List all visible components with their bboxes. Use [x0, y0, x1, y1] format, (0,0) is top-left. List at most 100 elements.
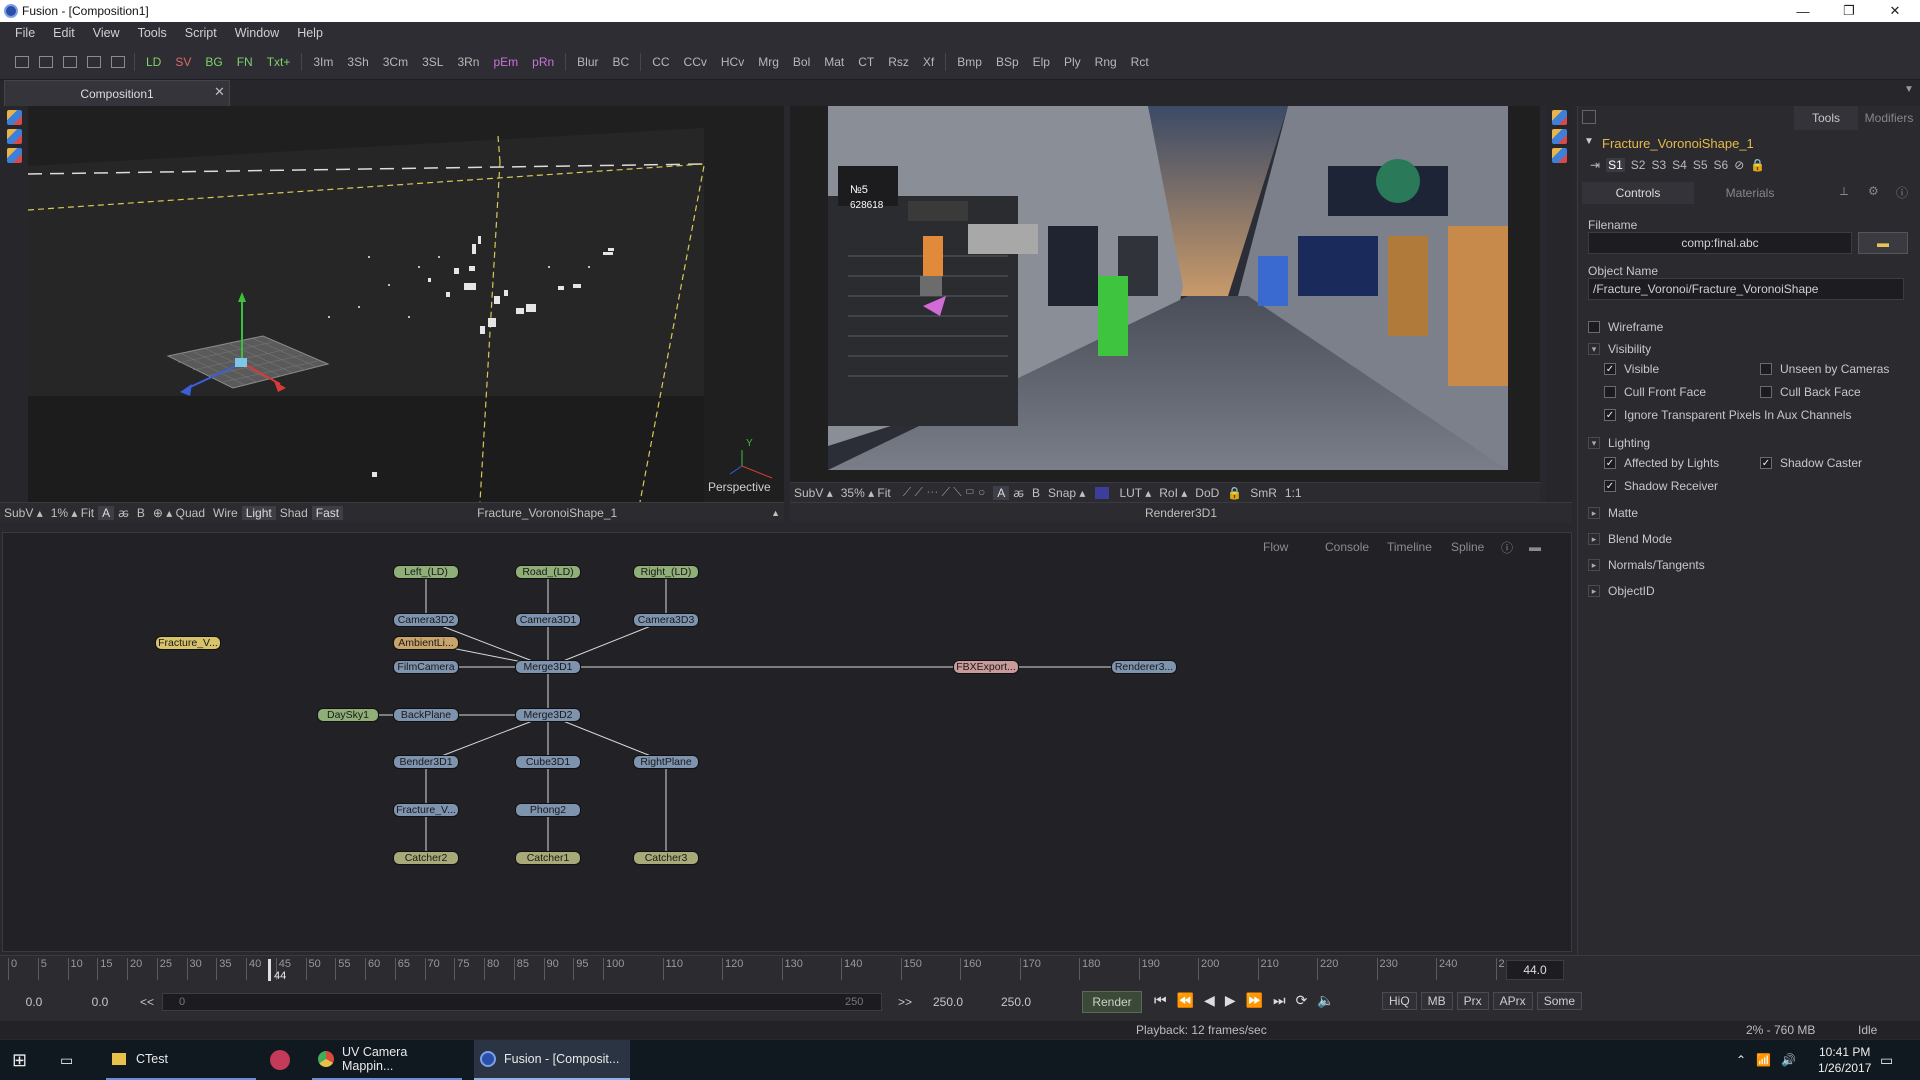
slot-s4[interactable]: S4 [1672, 158, 1687, 172]
snap-button[interactable]: Snap ▴ [1044, 486, 1089, 500]
lock-icon[interactable]: 🔒 [1750, 158, 1765, 172]
flow-node[interactable]: Right_(LD) [633, 565, 699, 579]
cull-front-row[interactable]: Cull Front Face [1604, 385, 1706, 399]
tab-close-icon[interactable]: ✕ [214, 84, 225, 100]
wireframe-row[interactable]: Wireframe [1588, 320, 1663, 334]
prx-toggle[interactable]: Prx [1456, 992, 1489, 1010]
lock-icon[interactable]: 🔒 [1223, 486, 1246, 500]
filename-field[interactable]: comp:final.abc [1588, 232, 1852, 254]
wire-button[interactable]: Wire [209, 506, 242, 520]
shadow-caster-checkbox[interactable]: ✓ [1760, 457, 1772, 469]
ignore-transparent-checkbox[interactable]: ✓ [1604, 409, 1616, 421]
tool-button-bc[interactable]: BC [606, 55, 637, 69]
slot-s2[interactable]: S2 [1631, 158, 1646, 172]
zoom-fit-button[interactable]: 35% ▴ Fit [837, 486, 895, 500]
light-button[interactable]: Light [241, 505, 276, 520]
shad-button[interactable]: Shad [276, 506, 312, 520]
range-forward-button[interactable]: >> [898, 995, 912, 1009]
tool-button-txt[interactable]: Txt+ [260, 55, 298, 69]
unseen-checkbox[interactable] [1760, 363, 1772, 375]
davinci-app-icon[interactable] [270, 1040, 294, 1080]
flow-editor[interactable]: Flow Console Timeline Spline ⓘ ▬ Left_(L… [2, 532, 1572, 952]
tool-button-bmp[interactable]: Bmp [950, 55, 989, 69]
time-ruler[interactable]: 0 5 10 15 20 25 30 35 40 45 50 55 60 65 70 75 80 85 90 95 10… [0, 955, 1920, 983]
tool-button-3cm[interactable]: 3Cm [376, 55, 415, 69]
step-forward-icon[interactable]: ⏩ [1246, 992, 1263, 1009]
wireframe-checkbox[interactable] [1588, 321, 1600, 333]
objectid-section[interactable]: ▸ ObjectID [1588, 584, 1655, 598]
flow-node[interactable]: RightPlane [633, 755, 699, 769]
playhead[interactable] [268, 959, 271, 981]
flow-node[interactable]: Catcher2 [393, 851, 459, 865]
quad-view-button[interactable]: ⊕ ▴ Quad [149, 506, 209, 520]
flow-node[interactable]: Fracture_V... [393, 803, 459, 817]
global-start-field[interactable]: 0.0 [10, 993, 58, 1011]
notifications-icon[interactable]: ▭ [1880, 1040, 1893, 1080]
tool-button-ccv[interactable]: CCv [677, 55, 714, 69]
tool-button-mrg[interactable]: Mrg [751, 55, 786, 69]
slot-s3[interactable]: S3 [1651, 158, 1666, 172]
viewer-menu-icon[interactable]: ▲ [767, 508, 784, 518]
tool-button-sv[interactable]: SV [168, 55, 198, 69]
3d-view-cube-icon[interactable] [1551, 148, 1567, 163]
play-icon[interactable]: ▶ [1225, 992, 1236, 1009]
menu-file[interactable]: File [6, 26, 44, 40]
flow-node[interactable]: Left_(LD) [393, 565, 459, 579]
flow-node[interactable]: FBXExport... [953, 660, 1019, 674]
expand-chevron-icon[interactable]: ▸ [1588, 507, 1600, 519]
shadow-receiver-row[interactable]: ✓ Shadow Receiver [1604, 479, 1718, 493]
shadow-caster-row[interactable]: ✓ Shadow Caster [1760, 456, 1862, 470]
maximize-button[interactable]: ❐ [1826, 0, 1872, 22]
render-button[interactable]: Render [1082, 991, 1142, 1013]
info-icon[interactable]: ⓘ [1896, 184, 1908, 201]
range-slider[interactable]: 0 250 [162, 993, 882, 1011]
tool-button-bol[interactable]: Bol [786, 55, 817, 69]
tool-button-pem[interactable]: pEm [486, 55, 525, 69]
hiq-toggle[interactable]: HiQ [1382, 992, 1417, 1010]
tool-button-rsz[interactable]: Rsz [881, 55, 916, 69]
buffer-a-button[interactable]: A [98, 505, 115, 520]
layout-save-icon[interactable] [111, 55, 125, 68]
settings-gear-icon[interactable]: ⚙ [1868, 184, 1879, 198]
flow-node[interactable]: Bender3D1 [393, 755, 459, 769]
visibility-section[interactable]: ▾ Visibility [1588, 342, 1651, 356]
tool-button-rng[interactable]: Rng [1088, 55, 1124, 69]
layout-single-icon[interactable] [15, 55, 29, 68]
disable-icon[interactable]: ⊘ [1734, 158, 1744, 172]
layout-stack-icon[interactable] [63, 55, 77, 68]
slot-s1[interactable]: S1 [1606, 158, 1625, 172]
some-toggle[interactable]: Some [1536, 992, 1583, 1010]
flow-node[interactable]: Cube3D1 [515, 755, 581, 769]
expand-chevron-icon[interactable]: ▾ [1588, 343, 1600, 355]
slot-s6[interactable]: S6 [1714, 158, 1729, 172]
flow-node[interactable]: Renderer3... [1111, 660, 1177, 674]
clock[interactable]: 10:41 PM 1/26/2017 [1818, 1044, 1871, 1076]
network-icon[interactable]: 📶 [1756, 1053, 1771, 1067]
flow-node[interactable]: Fracture_V... [155, 636, 221, 650]
tool-button-fn[interactable]: FN [230, 55, 260, 69]
shadow-receiver-checkbox[interactable]: ✓ [1604, 480, 1616, 492]
tab-menu-chevron-icon[interactable]: ▼ [1904, 84, 1914, 95]
cull-back-checkbox[interactable] [1760, 386, 1772, 398]
mb-toggle[interactable]: MB [1420, 992, 1453, 1010]
tab-tools[interactable]: Tools [1794, 106, 1858, 130]
ignore-transparent-row[interactable]: ✓ Ignore Transparent Pixels In Aux Channe… [1604, 408, 1851, 422]
step-back-icon[interactable]: ⏪ [1177, 992, 1194, 1009]
subview-button[interactable]: SubV ▴ [0, 506, 47, 520]
tool-button-3sh[interactable]: 3Sh [340, 55, 375, 69]
3d-view-cube-icon[interactable] [6, 110, 22, 125]
expand-chevron-icon[interactable]: ▸ [1588, 585, 1600, 597]
roi-button[interactable]: RoI ▴ [1155, 486, 1191, 500]
render-start-field[interactable]: 0.0 [76, 993, 124, 1011]
audio-icon[interactable]: 🔈 [1317, 992, 1334, 1009]
flow-node[interactable]: Camera3D2 [393, 613, 459, 627]
first-frame-icon[interactable]: ⏮ [1154, 992, 1167, 1009]
ab-compare-button[interactable]: ꬱ [114, 504, 133, 521]
tool-button-bg[interactable]: BG [198, 55, 229, 69]
3d-view-cube-icon[interactable] [6, 148, 22, 163]
menu-tools[interactable]: Tools [129, 26, 176, 40]
lighting-section[interactable]: ▾ Lighting [1588, 436, 1650, 450]
loop-icon[interactable]: ⟳ [1296, 992, 1308, 1009]
render-end-field[interactable]: 250.0 [924, 993, 972, 1011]
range-back-button[interactable]: << [140, 995, 154, 1009]
